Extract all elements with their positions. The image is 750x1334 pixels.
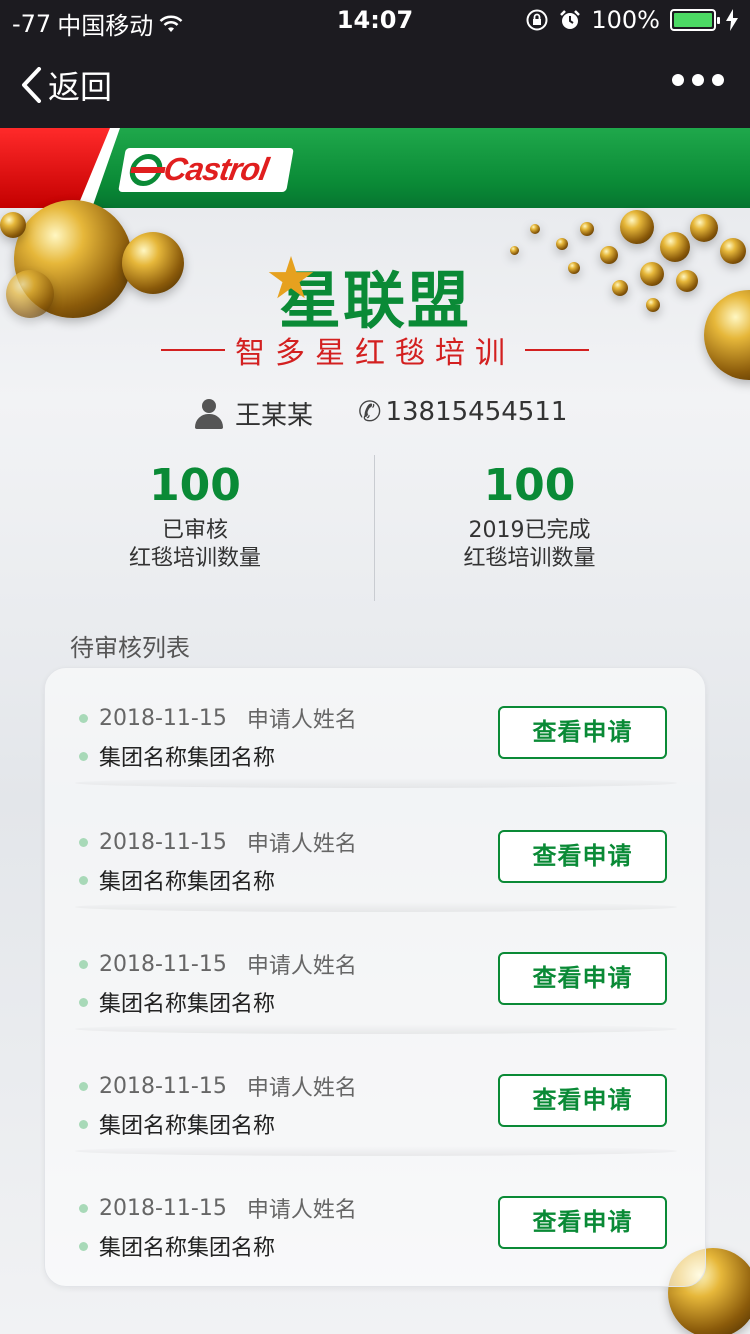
bullet-icon [79,1203,88,1213]
user-phone: 13815454511 [385,396,568,427]
pending-list-title: 待审核列表 [70,634,190,662]
castrol-emblem-icon [127,154,165,186]
stat-label-line1: 已审核 [161,518,228,543]
bullet-icon [79,713,88,723]
bullet-icon [79,1119,88,1129]
item-group: 集团名称集团名称 [99,1114,276,1139]
person-icon [195,398,223,429]
item-divider [75,1146,677,1156]
item-date: 2018-11-15 [99,705,227,731]
back-label: 返回 [48,68,113,106]
view-application-button[interactable]: 查看申请 [498,706,667,759]
campaign-title: ★ 星联盟 [265,244,471,340]
stat-label-line2: 红毯培训数量 [128,546,261,571]
item-applicant: 申请人姓名 [246,1076,357,1101]
stat-reviewed: 100 已审核 红毯培训数量 [10,455,380,573]
stat-completed: 100 2019已完成 红毯培训数量 [342,455,717,573]
item-group: 集团名称集团名称 [99,870,276,895]
item-group-row: 集团名称集团名称 [79,740,275,772]
bullet-icon [79,875,88,885]
item-meta: 2018-11-15 申请人姓名 [79,1070,357,1102]
bullet-icon [79,1081,88,1091]
campaign-subtitle: 智多星红毯培训 [235,336,515,371]
nav-bar: 返回 [0,40,750,128]
list-item: 2018-11-15 申请人姓名 集团名称集团名称 查看申请 [45,1036,707,1156]
item-applicant: 申请人姓名 [246,708,357,733]
pending-list: 2018-11-15 申请人姓名 集团名称集团名称 查看申请 2018-11-1… [44,667,706,1287]
item-group-row: 集团名称集团名称 [79,1230,275,1262]
campaign-header: ★ 星联盟 [0,244,750,340]
bullet-icon [79,997,88,1007]
item-date: 2018-11-15 [99,1195,227,1221]
item-divider [75,778,677,788]
user-info: 王某某 ✆ 13815454511 [0,395,750,435]
battery-fill [674,13,712,27]
page: -77 中国移动 14:07 100% 返回 Castrol ★ 星联盟 智多星… [0,0,750,1334]
item-applicant: 申请人姓名 [246,1198,357,1223]
view-application-button[interactable]: 查看申请 [498,830,667,883]
list-item: 2018-11-15 申请人姓名 集团名称集团名称 查看申请 [45,792,707,912]
phone-icon: ✆ [358,395,382,428]
brand-red-stripe [0,128,110,208]
orientation-lock-icon [526,9,548,31]
star-icon: ★ [264,244,319,312]
item-date: 2018-11-15 [99,829,227,855]
status-bar: -77 中国移动 14:07 100% [0,0,750,40]
item-group: 集团名称集团名称 [99,992,276,1017]
list-item: 2018-11-15 申请人姓名 集团名称集团名称 查看申请 [45,1158,707,1278]
item-meta: 2018-11-15 申请人姓名 [79,826,357,858]
charging-icon [726,9,738,31]
item-group-row: 集团名称集团名称 [79,1108,275,1140]
item-group: 集团名称集团名称 [99,1236,276,1261]
list-item: 2018-11-15 申请人姓名 集团名称集团名称 查看申请 [45,914,707,1034]
castrol-logo: Castrol [118,148,294,192]
stat-value: 100 [149,460,241,511]
castrol-logo-text: Castrol [161,151,271,187]
battery-percent: 100% [591,6,660,34]
stats-panel: 100 已审核 红毯培训数量 100 2019已完成 红毯培训数量 [0,455,750,605]
stat-label-line1: 2019已完成 [468,518,591,543]
item-group-row: 集团名称集团名称 [79,864,275,896]
item-date: 2018-11-15 [99,1073,227,1099]
item-applicant: 申请人姓名 [246,954,357,979]
item-group-row: 集团名称集团名称 [79,986,275,1018]
back-button[interactable]: 返回 [20,62,112,108]
status-right: 100% [525,6,738,34]
battery-icon [670,9,720,31]
item-meta: 2018-11-15 申请人姓名 [79,702,357,734]
subtitle-divider-left [161,349,225,351]
list-item: 2018-11-15 申请人姓名 集团名称集团名称 查看申请 [45,668,707,788]
user-name-group: 王某某 [195,395,313,432]
chevron-left-icon [22,67,41,103]
brand-banner: Castrol [0,128,750,208]
stat-value: 100 [483,460,576,511]
item-meta: 2018-11-15 申请人姓名 [79,948,357,980]
item-group: 集团名称集团名称 [99,746,276,771]
item-date: 2018-11-15 [99,951,227,977]
user-name: 王某某 [235,401,314,431]
more-dots-icon[interactable] [672,74,724,86]
stat-label-line2: 红毯培训数量 [463,546,596,571]
view-application-button[interactable]: 查看申请 [498,952,667,1005]
bullet-icon [79,751,88,761]
bullet-icon [79,1241,88,1251]
campaign-subtitle-row: 智多星红毯培训 [0,328,750,372]
bullet-icon [79,959,88,969]
user-phone-group: ✆ 13815454511 [358,395,567,428]
item-meta: 2018-11-15 申请人姓名 [79,1192,357,1224]
bullet-icon [79,837,88,847]
item-applicant: 申请人姓名 [246,832,357,857]
view-application-button[interactable]: 查看申请 [498,1074,667,1127]
view-application-button[interactable]: 查看申请 [498,1196,667,1249]
item-divider [75,1024,677,1034]
alarm-icon [560,10,581,29]
item-divider [75,902,677,912]
subtitle-divider-right [525,349,589,351]
